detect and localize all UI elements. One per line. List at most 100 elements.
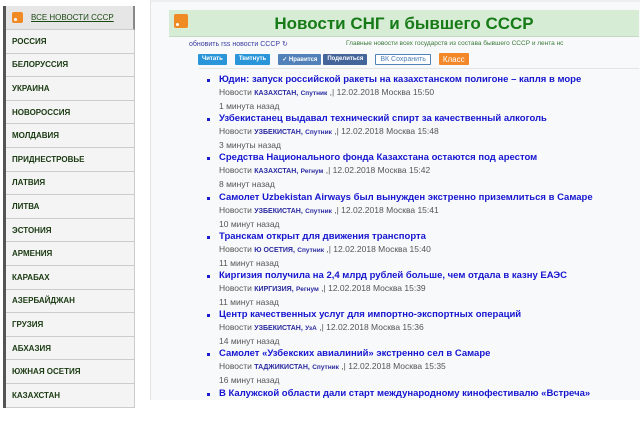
news-title-link[interactable]: Транскам открыт для движения транспорта [219,231,640,243]
news-item: Киргизия получила на 2,4 млрд рублей бол… [207,270,640,309]
news-source-link[interactable]: Спутник [297,247,324,254]
news-prefix: Новости [219,322,252,333]
news-date: ,| 12.02.2018 Москва 15:35 [341,361,446,372]
vk-like-button[interactable]: ✓ Нравится [278,53,322,65]
page-title: Новости СНГ и бывшего СССР [274,14,534,33]
vk-share-button[interactable]: Поделиться [323,53,368,65]
news-meta: Новости КАЗАХСТАН, Регнум ,| 12.02.2018 … [219,164,640,178]
news-country-link[interactable]: УЗБЕКИСТАН, [254,208,303,215]
news-meta: Новости УЗБЕКИСТАН, Спутник ,| 12.02.201… [219,125,640,139]
news-title-link[interactable]: В Калужской области дали старт междунаро… [219,388,640,400]
news-prefix: Новости [219,87,252,97]
sidebar-item[interactable]: ГРУЗИЯ [6,313,135,337]
news-time-ago: 10 минут назад [219,218,280,229]
news-title-link[interactable]: Самолет «Узбекских авиалиний» экстренно … [219,348,640,360]
news-time-ago: 14 минут назад [219,336,280,347]
news-prefix: Новости [219,165,252,176]
news-country-link[interactable]: УЗБЕКИСТАН, [254,129,303,136]
news-title-link[interactable]: Киргизия получила на 2,4 млрд рублей бол… [219,270,640,282]
news-item: В Калужской области дали старт междунаро… [207,388,640,427]
news-time-ago: 16 минут назад [219,375,280,386]
sidebar-item[interactable]: НОВОРОССИЯ [6,100,135,125]
sidebar-item[interactable]: АБХАЗИЯ [6,336,135,361]
news-item: Самолет Uzbekistan Airways был вынужден … [207,192,640,231]
news-meta: Новости КИРГИЗИЯ, Регнум ,| 12.02.2018 М… [219,282,640,296]
sidebar-item[interactable]: ЛИТВА [6,195,135,219]
news-date: ,| 12.02.2018 Москва 15:41 [334,204,439,215]
news-item: Центр качественных услуг для импортно-эк… [207,309,640,348]
news-item: Транскам открыт для движения транспорта Н… [207,231,640,270]
button-label: ✓ Нравится [282,56,318,63]
news-source-link[interactable]: Спутник [305,208,332,215]
refresh-rss-link[interactable]: обновить rss новости СССР ↻ [189,40,288,48]
news-date: ,| 12.02.2018 Москва 15:39 [321,282,426,293]
button-label: Читать [202,56,223,62]
news-source-link[interactable]: Спутник [312,364,339,371]
news-item: Самолет «Узбекских авиалиний» экстренно … [207,348,640,387]
sidebar-item[interactable]: БЕЛОРУССИЯ [6,53,135,78]
sidebar-item[interactable]: АЗЕРБАЙДЖАН [6,289,135,314]
news-date: ,| 12.02.2018 Москва 15:40 [326,243,431,254]
rss-icon [12,12,23,23]
news-title-link[interactable]: Узбекистанец выдавал технический спирт з… [219,113,640,125]
news-meta: Новости Ю ОСЕТИЯ, Спутник ,| 12.02.2018 … [219,243,640,257]
news-item: Узбекистанец выдавал технический спирт з… [207,113,640,152]
button-label: Поделиться [327,56,364,62]
share-buttons: Читать Твитнуть ✓ Нравится Поделиться ВК… [198,53,469,65]
news-source-link[interactable]: Регнум [296,286,319,293]
news-meta: Новости УЗБЕКИСТАН, УзА ,| 12.02.2018 Мо… [219,321,640,335]
twitter-tweet-button[interactable]: Твитнуть [234,53,271,65]
button-label: Твитнуть [238,56,267,62]
news-time-ago: 8 минут назад [219,179,275,190]
news-prefix: Новости [219,243,252,254]
sidebar-item[interactable]: МОЛДАВИЯ [6,124,135,148]
news-time-ago: 11 минут назад [219,296,279,307]
sidebar-item[interactable]: РОССИЯ [6,30,135,54]
sidebar-item[interactable]: АРМЕНИЯ [6,242,135,266]
page-header: Новости СНГ и бывшего СССР [169,10,639,37]
twitter-read-button[interactable]: Читать [198,53,227,65]
news-title-link[interactable]: Центр качественных услуг для импортно-эк… [219,309,640,321]
news-country-link[interactable]: Ю ОСЕТИЯ, [254,247,295,254]
news-country-link[interactable]: КАЗАХСТАН, [254,90,298,97]
sidebar: ВСЕ НОВОСТИ СССР РОССИЯ БЕЛОРУССИЯ УКРАИНА… [3,6,135,408]
news-country-link[interactable]: КАЗАХСТАН, [254,168,298,175]
page-subtitle: Главные новости всех государств из соста… [346,40,564,47]
news-prefix: Новости [219,282,252,293]
news-date: ,| 12.02.2018 Москва 15:50 [329,87,435,97]
ok-class-button[interactable]: Класс [438,53,469,65]
news-list: Юдин: запуск российской ракеты на казахс… [207,74,640,427]
sidebar-item[interactable]: КАЗАХСТАН [6,383,135,408]
news-source-link[interactable]: УзА [305,325,317,332]
sidebar-item[interactable]: ЭСТОНИЯ [6,218,135,243]
news-country-link[interactable]: КИРГИЗИЯ, [254,286,293,293]
button-label: Класс [442,54,465,64]
news-source-link[interactable]: Спутник [305,129,332,136]
rss-icon[interactable] [174,14,188,28]
sidebar-item[interactable]: УКРАИНА [6,77,135,101]
news-title-link[interactable]: Самолет Uzbekistan Airways был вынужден … [219,192,640,204]
news-date: ,| 12.02.2018 Москва 15:48 [334,126,439,137]
sidebar-item-label: ВСЕ НОВОСТИ СССР [31,13,114,22]
news-prefix: Новости [219,204,252,215]
news-title-link[interactable]: Средства Национального фонда Казахстана … [219,152,640,164]
news-country-link[interactable]: УЗБЕКИСТАН, [254,325,303,332]
news-time-ago: 1 минута назад [219,101,280,111]
vk-save-button[interactable]: ВК Сохранить [375,53,431,65]
news-item: Юдин: запуск российской ракеты на казахс… [207,74,640,113]
sidebar-item[interactable]: КАРАБАХ [6,265,135,290]
sidebar-item[interactable]: ПРИДНЕСТРОВЬЕ [6,147,135,172]
news-source-link[interactable]: Спутник [301,90,328,97]
sidebar-item[interactable]: ЛАТВИЯ [6,171,135,196]
news-date: ,| 12.02.2018 Москва 15:42 [325,165,431,176]
sidebar-item[interactable]: ЮЖНАЯ ОСЕТИЯ [6,360,135,384]
news-title-link[interactable]: Юдин: запуск российской ракеты на казахс… [219,74,640,86]
sidebar-item-all-news[interactable]: ВСЕ НОВОСТИ СССР [6,6,135,30]
news-date: ,| 12.02.2018 Москва 15:36 [319,322,424,333]
main-panel: Новости СНГ и бывшего СССР обновить rss … [150,0,640,400]
news-time-ago: 11 минут назад [219,257,279,268]
news-prefix: Новости [219,361,252,372]
news-country-link[interactable]: ТАДЖИКИСТАН, [254,364,310,371]
news-meta: Новости КАЗАХСТАН, Спутник ,| 12.02.2018… [219,86,640,100]
news-source-link[interactable]: Регнум [301,168,324,175]
